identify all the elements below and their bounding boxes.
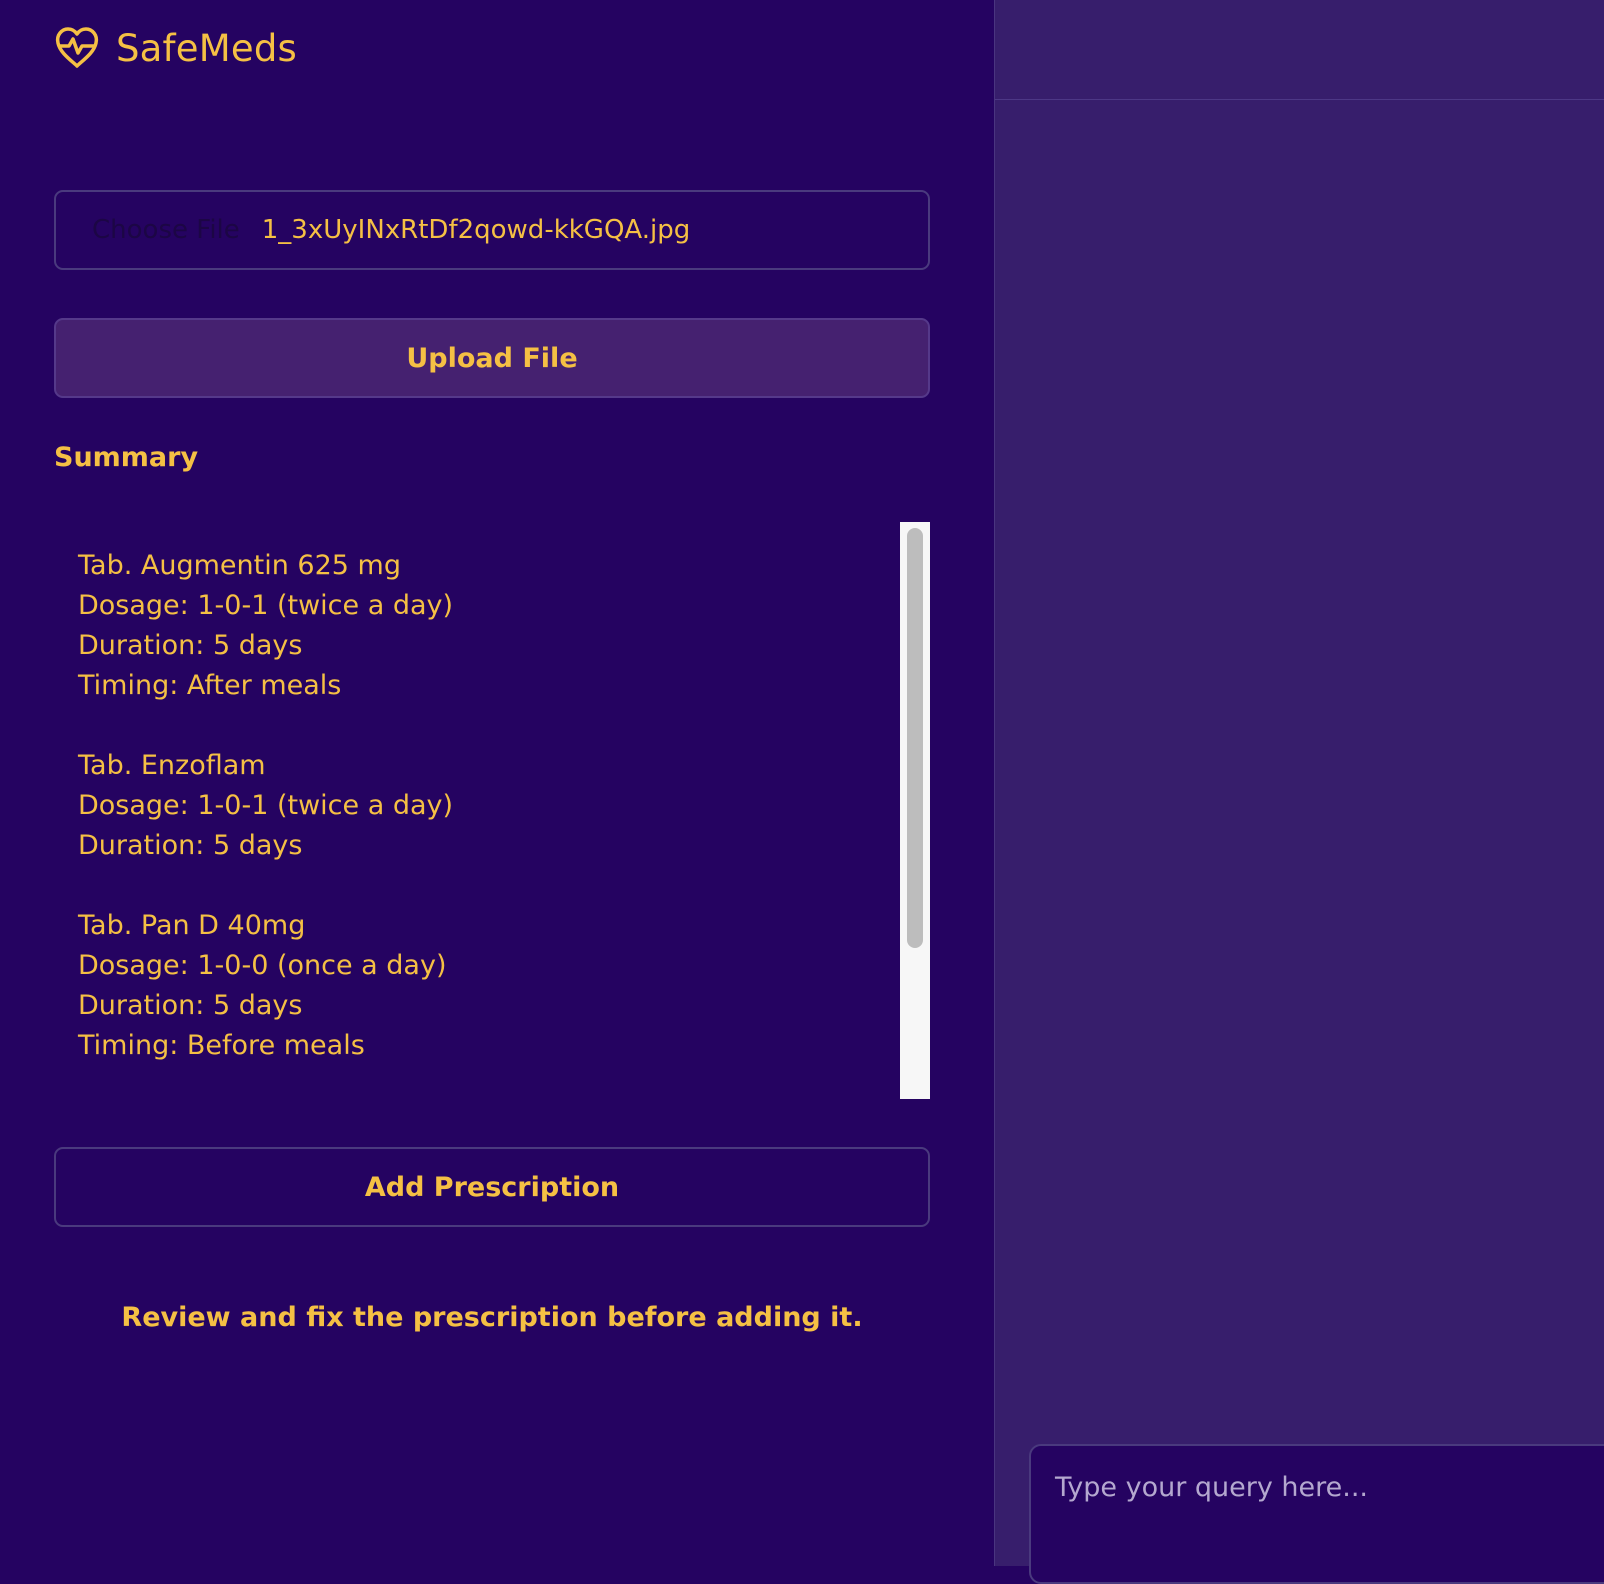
medication-dosage: Dosage: 1-0-1 (twice a day) (78, 590, 454, 621)
medication-duration: Duration: 5 days (78, 630, 303, 661)
medication-name: Tab. Enzoflam (78, 750, 266, 781)
query-input[interactable] (1029, 1444, 1604, 1584)
medication-duration: Duration: 5 days (78, 830, 303, 861)
choose-file-button[interactable]: Choose File (92, 215, 240, 245)
medication-timing: Timing: Before meals (78, 1030, 365, 1061)
chat-header (995, 0, 1604, 100)
scrollbar-thumb[interactable] (907, 528, 923, 948)
medication-timing: Timing: After meals (78, 670, 342, 701)
medication-duration: Duration: 5 days (78, 990, 303, 1021)
medication-name: Tab. Augmentin 625 mg (78, 550, 401, 581)
file-input[interactable]: Choose File 1_3xUyINxRtDf2qowd-kkGQA.jpg (54, 190, 930, 270)
upload-file-button[interactable]: Upload File (54, 318, 930, 398)
medication-dosage: Dosage: 1-0-0 (once a day) (78, 950, 447, 981)
brand-name: SafeMeds (116, 26, 297, 70)
chat-panel (995, 0, 1604, 1584)
medication-dosage: Dosage: 1-0-1 (twice a day) (78, 790, 454, 821)
summary-heading: Summary (54, 442, 199, 473)
add-prescription-button[interactable]: Add Prescription (54, 1147, 930, 1227)
heart-pulse-icon (54, 26, 100, 70)
medication-name: Tab. Pan D 40mg (78, 910, 306, 941)
review-notice: Review and fix the prescription before a… (121, 1302, 863, 1333)
brand: SafeMeds (54, 26, 297, 70)
summary-scrollbar[interactable] (900, 522, 930, 1099)
selected-file-name: 1_3xUyINxRtDf2qowd-kkGQA.jpg (261, 215, 691, 245)
summary-text: Tab. Augmentin 625 mg Dosage: 1-0-1 (twi… (78, 546, 453, 1066)
summary-box: Tab. Augmentin 625 mg Dosage: 1-0-1 (twi… (54, 522, 930, 1099)
left-panel: SafeMeds Choose File 1_3xUyINxRtDf2qowd-… (0, 0, 994, 1566)
